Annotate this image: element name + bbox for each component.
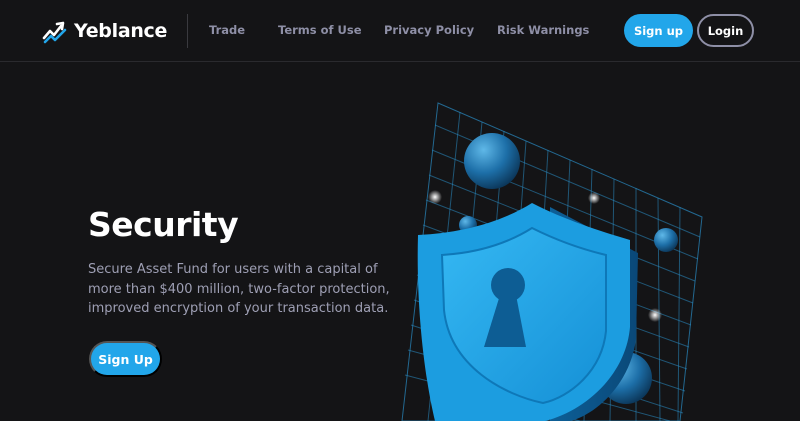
nav-link-risk-warnings[interactable]: Risk Warnings — [497, 23, 589, 37]
nav-link-privacy-policy[interactable]: Privacy Policy — [384, 23, 474, 37]
shield-keyhole-icon — [401, 102, 703, 421]
brand-logo-link[interactable]: Yeblance — [42, 17, 167, 45]
header-divider — [187, 14, 188, 48]
header-signup-button[interactable]: Sign up — [624, 14, 693, 47]
chart-growth-icon — [42, 21, 67, 44]
top-navbar: Yeblance Trade Terms of Use Privacy Poli… — [0, 0, 800, 62]
brand-name: Yeblance — [74, 20, 168, 42]
nav-link-terms-of-use[interactable]: Terms of Use — [278, 23, 362, 37]
nav-link-trade[interactable]: Trade — [209, 23, 245, 37]
hero-description: Secure Asset Fund for users with a capit… — [88, 262, 390, 316]
header-login-button[interactable]: Login — [697, 14, 754, 47]
small-sphere — [654, 228, 678, 252]
coin-sphere — [464, 133, 520, 189]
hero-title: Security — [88, 205, 239, 244]
hero-signup-button[interactable]: Sign Up — [89, 341, 162, 377]
